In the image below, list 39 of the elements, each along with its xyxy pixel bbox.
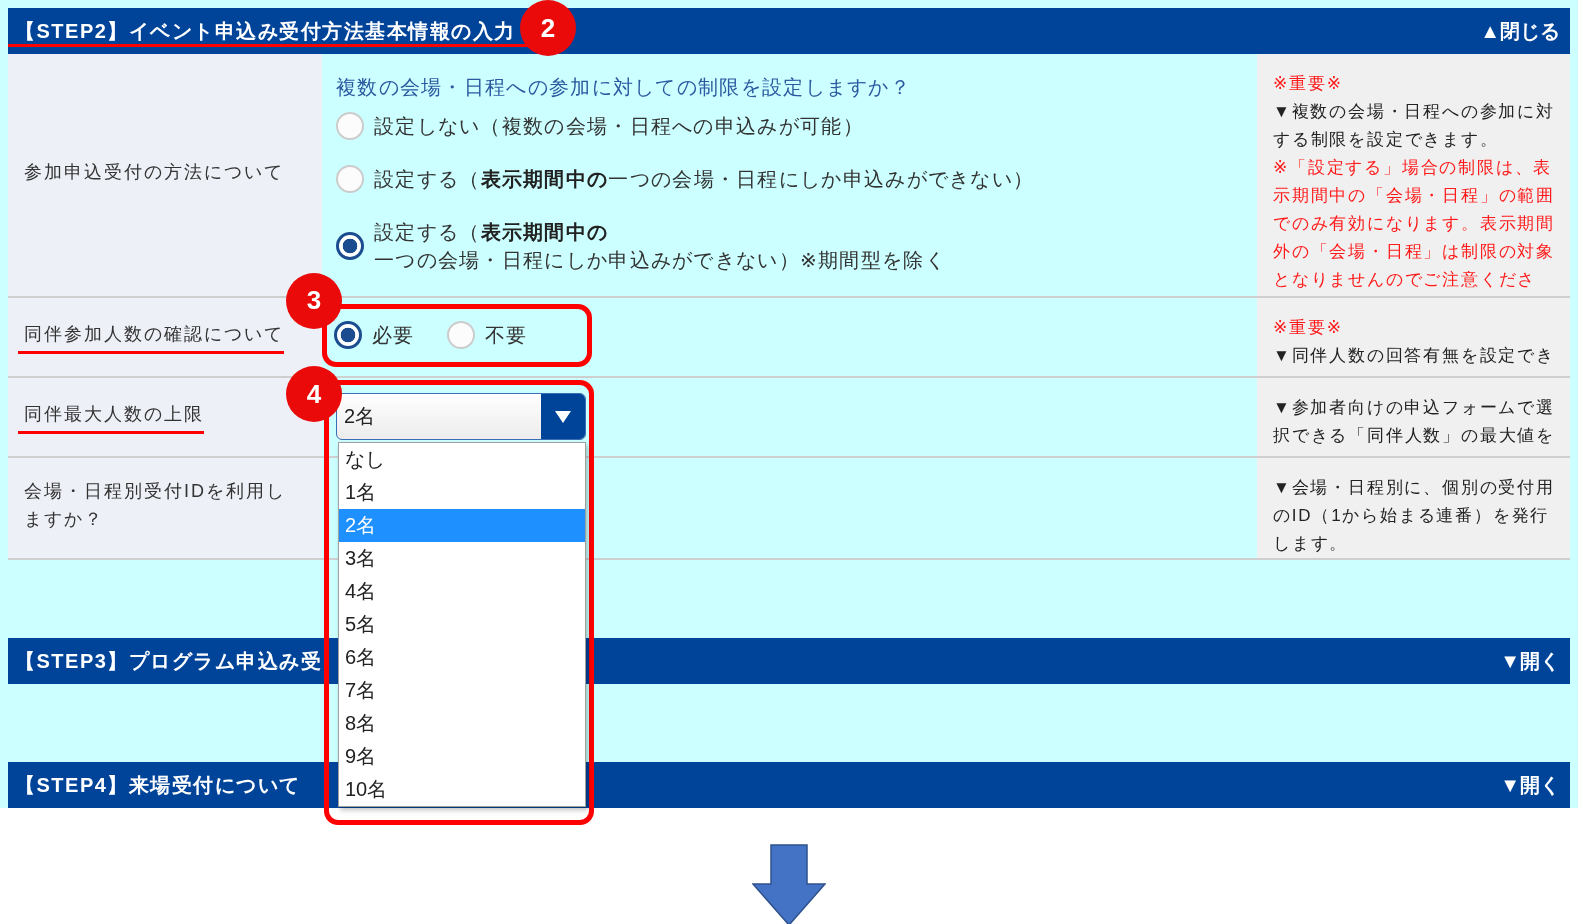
radio-label: 不要 <box>484 323 528 348</box>
section-title: 【STEP4】来場受付について <box>14 773 301 798</box>
down-arrow-icon <box>752 844 826 924</box>
dropdown-option[interactable]: 10名 <box>339 773 585 806</box>
dropdown-option[interactable]: 7名 <box>339 674 585 707</box>
note-text: ▼複数の会場・日程への参加に対する制限を設定できます。 <box>1273 101 1556 151</box>
row-label: 同伴最大人数の上限 <box>18 400 204 434</box>
note-heading: ※重要※ <box>1273 317 1344 339</box>
note-text: ▼同伴人数の回答有無を設定でき <box>1273 345 1556 367</box>
toggle-link[interactable]: ▼開く <box>1500 772 1560 798</box>
radio-label: 必要 <box>372 323 415 348</box>
caret-icon <box>555 410 571 423</box>
dropdown-option[interactable]: 1名 <box>339 476 585 509</box>
note-heading: ※重要※ <box>1273 73 1344 95</box>
dropdown-option[interactable]: なし <box>339 443 585 476</box>
dropdown-option[interactable]: 9名 <box>339 740 585 773</box>
note-warning: ※「設定する」場合の制限は、表示期間中の「会場・日程」の範囲でのみ有効になります。表示期間外の「会場・日程」は制限の対象となりませんのでご注意くださ <box>1273 157 1556 291</box>
annotation-number: 2 <box>519 0 576 56</box>
row-label: 会場・日程別受付IDを利用しますか？ <box>24 480 287 531</box>
radio-button[interactable] <box>336 232 364 260</box>
dropdown-option[interactable]: 8名 <box>339 707 585 740</box>
dropdown-option[interactable]: 4名 <box>339 575 585 608</box>
row-label: 参加申込受付の方法について <box>24 161 284 184</box>
radio-button[interactable] <box>334 321 362 349</box>
row-label: 同伴参加人数の確認について <box>18 320 284 354</box>
note-text: ▼会場・日程別に、個別の受付用のID（1から始まる連番）を発行します。 <box>1273 477 1556 555</box>
radio-label: 設定しない（複数の会場・日程への申込みが可能） <box>374 114 864 139</box>
dropdown-option[interactable]: 5名 <box>339 608 585 641</box>
dropdown-button[interactable] <box>541 394 585 439</box>
toggle-link[interactable]: ▲閉じる <box>1480 18 1560 44</box>
radio-label: 設定する（表示期間中の一つの会場・日程にしか申込みができない） <box>374 167 1035 192</box>
section-title: 【STEP3】プログラム申込み受 <box>14 649 323 674</box>
note-text: ▼参加者向けの申込フォームで選択できる「同伴人数」の最大値を <box>1273 397 1556 447</box>
select-field[interactable]: 2名 <box>336 393 586 440</box>
question-text: 複数の会場・日程への参加に対しての制限を設定しますか？ <box>336 75 912 100</box>
radio-label: 設定する（表示期間中の 一つの会場・日程にしか申込みができない）※期間型を除く <box>374 220 946 273</box>
dropdown-option[interactable]: 3名 <box>339 542 585 575</box>
toggle-link[interactable]: ▼開く <box>1500 648 1560 674</box>
dropdown-option[interactable]: 6名 <box>339 641 585 674</box>
